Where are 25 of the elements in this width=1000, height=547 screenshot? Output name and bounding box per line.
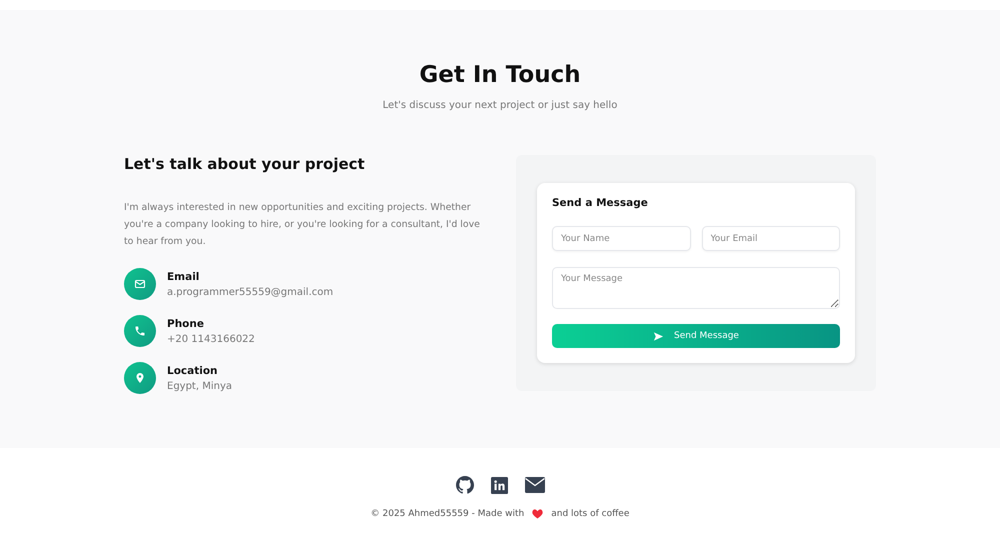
message-field[interactable]: Your Message	[552, 267, 840, 309]
email-field[interactable]: Your Email	[702, 226, 840, 251]
section-heading: Let's talk about your project	[124, 155, 366, 173]
page-subtitle: Let's discuss your next project or just say hello	[382, 100, 618, 111]
copyright-text: © 2025 Ahmed55559 - Made with	[370, 509, 524, 519]
envelope-icon[interactable]	[524, 477, 544, 493]
send-button[interactable]: Send Message	[552, 324, 840, 348]
contact-value: +20 1143166022	[167, 334, 255, 344]
location-pin-icon	[124, 362, 156, 394]
page-title: Get In Touch	[419, 62, 581, 88]
contact-label: Phone	[167, 318, 205, 330]
name-field[interactable]: Your Name	[552, 226, 690, 251]
phone-icon	[124, 315, 156, 347]
contact-value: a.programmer55559@gmail.com	[167, 286, 334, 298]
linkedin-icon[interactable]	[490, 476, 508, 494]
copyright-text: and lots of coffee	[551, 509, 630, 519]
github-icon[interactable]	[456, 476, 474, 494]
contact-label: Email	[167, 270, 200, 282]
envelope-icon	[124, 268, 156, 300]
heart-icon	[532, 509, 544, 519]
form-title: Send a Message	[552, 197, 649, 209]
contact-value: Egypt, Minya	[167, 380, 232, 392]
intro-paragraph: I'm always interested in new opportunities and exciting projects. Whether you're a company looking to hire, or you're looking for a consultant, I'd love to hear from you.	[124, 201, 481, 249]
contact-label: Location	[167, 364, 219, 376]
send-icon	[653, 330, 664, 342]
